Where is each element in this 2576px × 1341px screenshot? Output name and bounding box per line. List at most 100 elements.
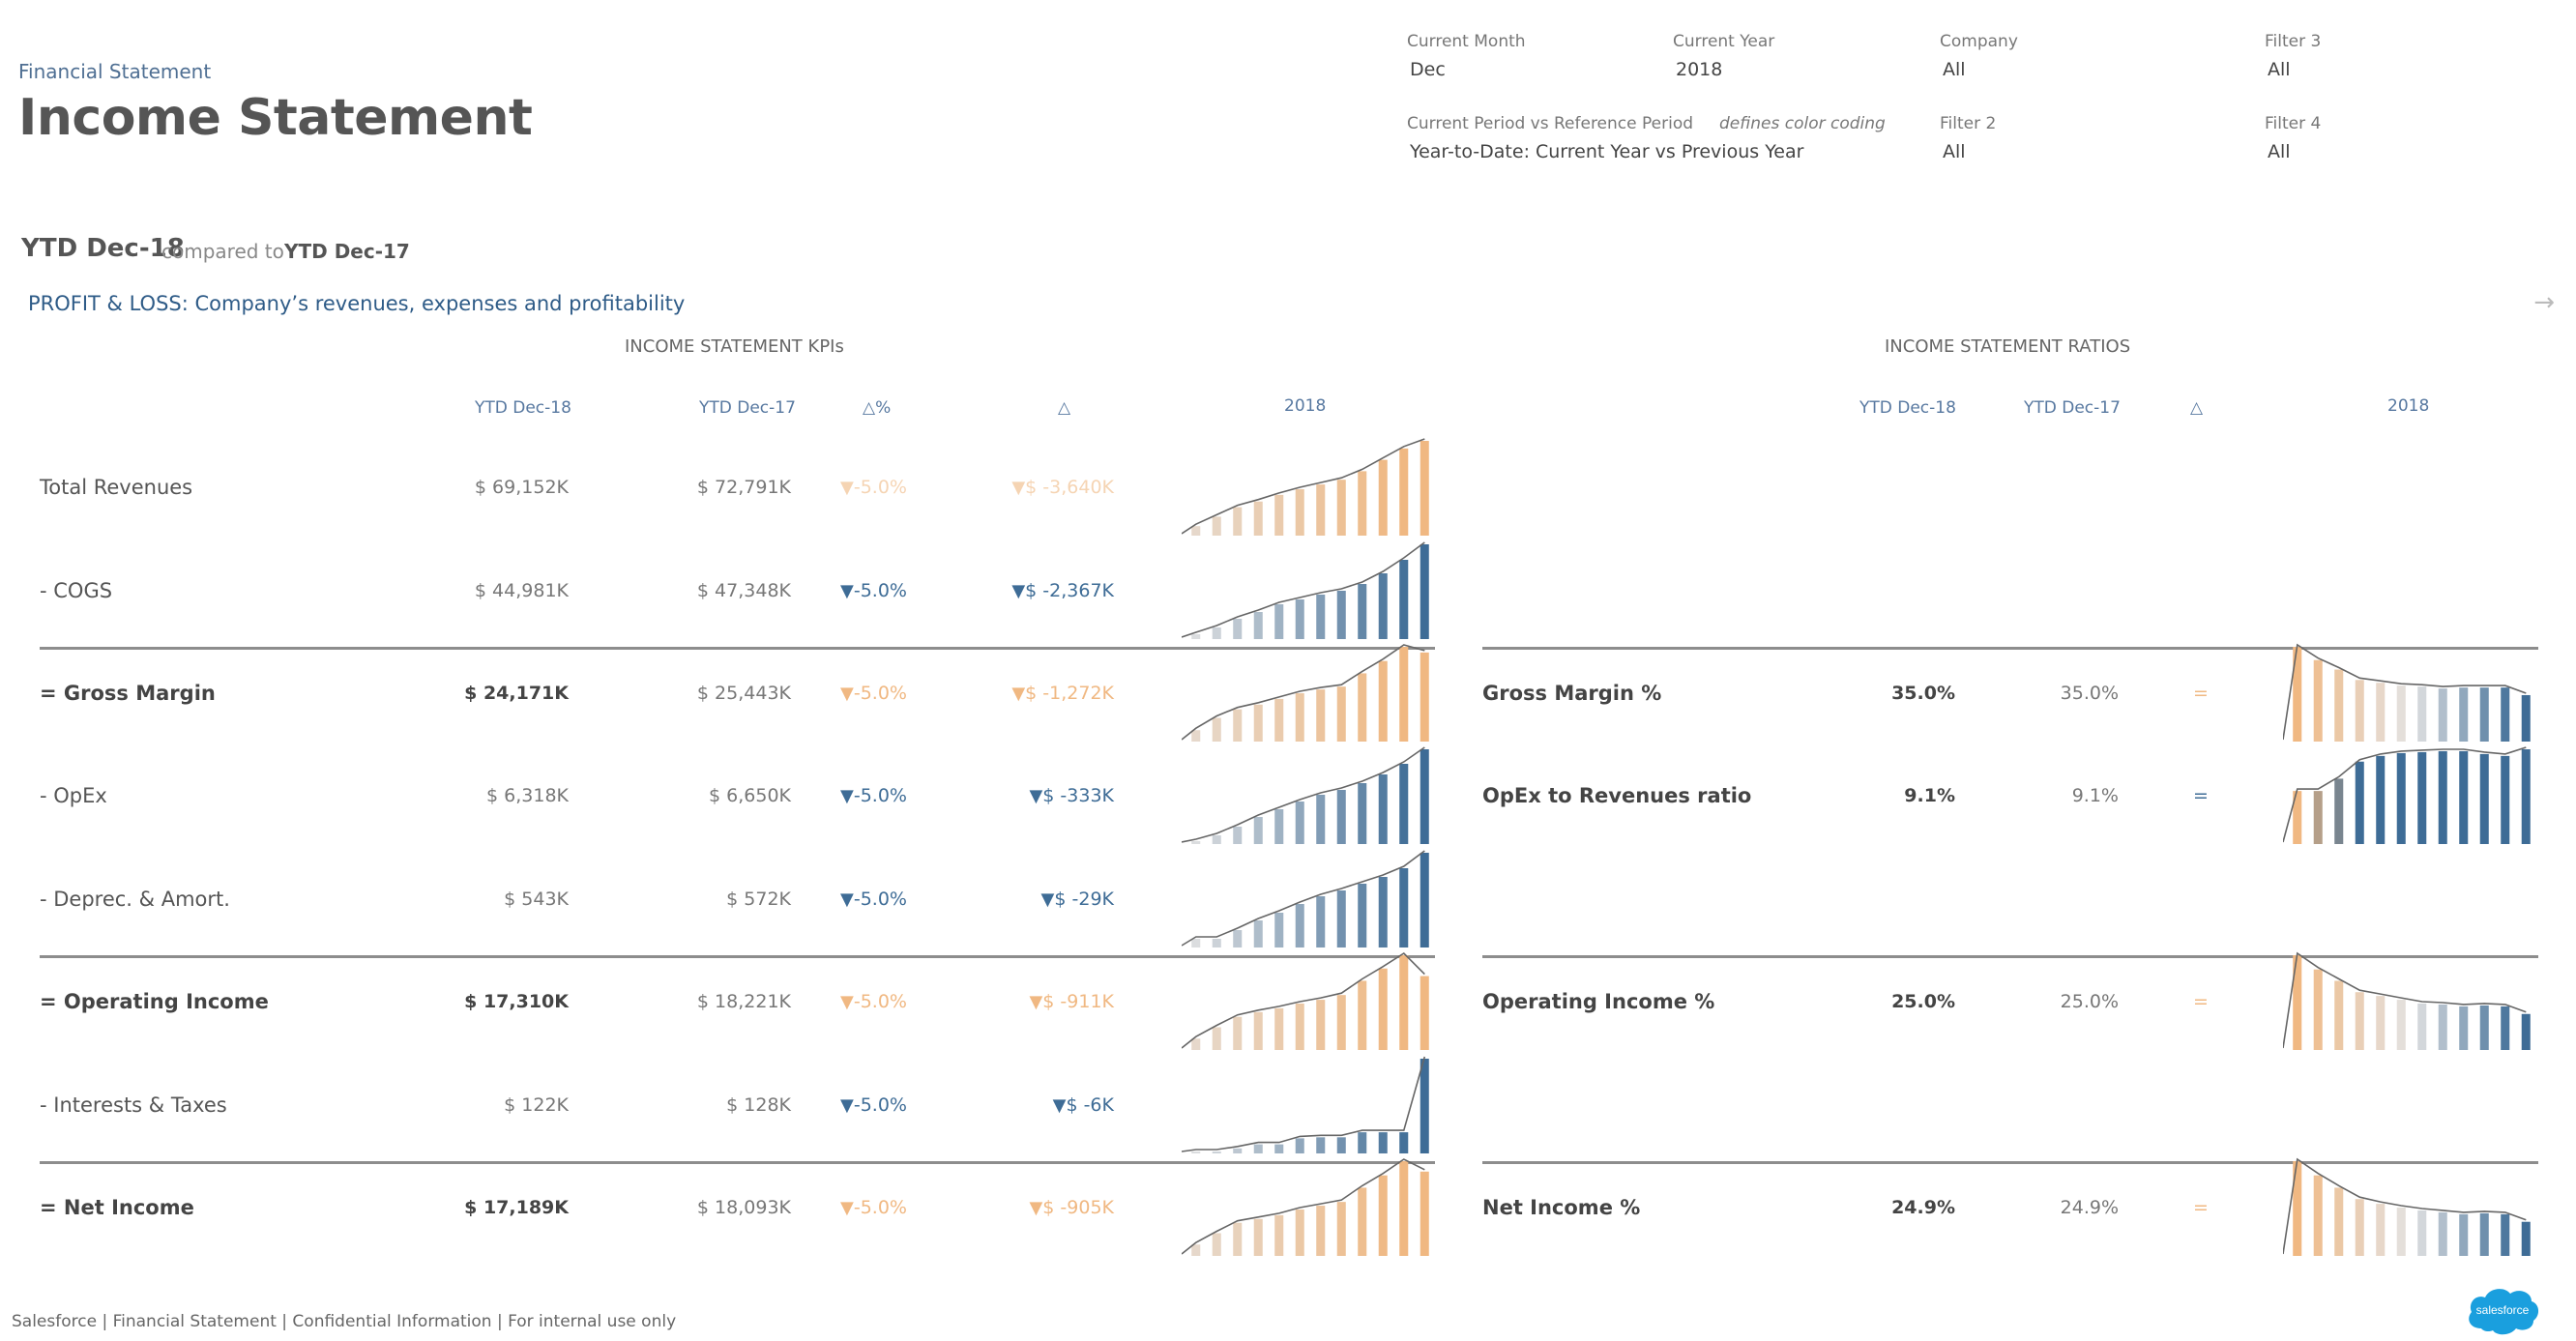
spark-bar[interactable] <box>1358 1187 1367 1256</box>
spark-bar[interactable] <box>1253 704 1263 742</box>
spark-bar[interactable] <box>2459 1006 2469 1050</box>
spark-bar[interactable] <box>2334 778 2344 844</box>
spark-bar[interactable] <box>1233 1148 1243 1153</box>
spark-bar[interactable] <box>1420 976 1429 1050</box>
spark-bar[interactable] <box>1274 809 1284 844</box>
ratio-col-delta[interactable]: △ <box>2190 398 2203 418</box>
spark-bar[interactable] <box>1399 764 1409 844</box>
filter-value[interactable]: All <box>2268 141 2291 162</box>
spark-bar[interactable] <box>1191 841 1201 844</box>
spark-bar[interactable] <box>1378 1175 1388 1256</box>
ratio-col-current[interactable]: YTD Dec-18 <box>1859 398 1956 418</box>
spark-bar[interactable] <box>2521 1013 2531 1050</box>
kpi-col-delta[interactable]: △ <box>1058 398 1070 418</box>
spark-bar[interactable] <box>1358 471 1367 536</box>
spark-bar[interactable] <box>1316 689 1326 742</box>
filter-value[interactable]: All <box>1943 59 1966 80</box>
arrow-right-icon[interactable]: → <box>2533 288 2555 317</box>
spark-bar[interactable] <box>2355 992 2364 1050</box>
kpi-sparkline[interactable] <box>1182 951 1431 1050</box>
kpi-sparkline[interactable] <box>1182 745 1431 844</box>
spark-bar[interactable] <box>1253 612 1263 639</box>
spark-bar[interactable] <box>1233 619 1243 639</box>
spark-bar[interactable] <box>2355 761 2364 844</box>
spark-bar[interactable] <box>2459 687 2469 742</box>
spark-bar[interactable] <box>1191 939 1201 947</box>
spark-bar[interactable] <box>1295 1209 1304 1256</box>
spark-bar[interactable] <box>2438 1004 2447 1050</box>
spark-bar[interactable] <box>1274 604 1284 639</box>
spark-bar[interactable] <box>1191 1152 1201 1153</box>
ratio-col-previous[interactable]: YTD Dec-17 <box>2024 398 2121 418</box>
spark-bar[interactable] <box>1358 884 1367 947</box>
spark-bar[interactable] <box>1233 1222 1243 1256</box>
spark-bar[interactable] <box>2417 686 2427 742</box>
spark-bar[interactable] <box>1316 484 1326 536</box>
ratio-sparkline[interactable] <box>2283 643 2532 742</box>
spark-bar[interactable] <box>2376 683 2386 742</box>
spark-bar[interactable] <box>2417 1003 2427 1050</box>
spark-bar[interactable] <box>1378 459 1388 536</box>
spark-bar[interactable] <box>2521 1221 2531 1256</box>
spark-bar[interactable] <box>1399 560 1409 639</box>
spark-bar[interactable] <box>1233 507 1243 536</box>
spark-bar[interactable] <box>1253 1218 1263 1256</box>
kpi-col-year[interactable]: 2018 <box>1284 396 1326 416</box>
spark-bar[interactable] <box>1358 584 1367 639</box>
spark-bar[interactable] <box>1274 913 1284 947</box>
spark-bar[interactable] <box>1336 890 1346 947</box>
spark-bar[interactable] <box>1191 1244 1201 1256</box>
spark-bar[interactable] <box>1274 494 1284 536</box>
spark-bar[interactable] <box>2438 1211 2447 1256</box>
spark-bar[interactable] <box>2479 1005 2489 1050</box>
spark-bar[interactable] <box>1212 627 1221 639</box>
spark-bar[interactable] <box>2479 753 2489 844</box>
spark-bar[interactable] <box>1378 660 1388 742</box>
spark-bar[interactable] <box>2417 1210 2427 1256</box>
spark-bar[interactable] <box>1316 1206 1326 1256</box>
spark-bar[interactable] <box>1336 995 1346 1050</box>
spark-bar[interactable] <box>1399 1132 1409 1153</box>
spark-bar[interactable] <box>2355 1199 2364 1256</box>
spark-bar[interactable] <box>1399 647 1409 742</box>
spark-bar[interactable] <box>1253 817 1263 844</box>
spark-bar[interactable] <box>1378 1132 1388 1153</box>
spark-bar[interactable] <box>2479 1212 2489 1256</box>
spark-bar[interactable] <box>1316 795 1326 844</box>
spark-bar[interactable] <box>1420 853 1429 947</box>
spark-bar[interactable] <box>2376 996 2386 1050</box>
spark-bar[interactable] <box>2334 1187 2344 1256</box>
spark-bar[interactable] <box>1316 896 1326 947</box>
spark-bar[interactable] <box>1336 1202 1346 1256</box>
spark-bar[interactable] <box>2501 1006 2510 1050</box>
spark-bar[interactable] <box>1336 790 1346 844</box>
spark-bar[interactable] <box>1295 488 1304 536</box>
ratio-col-year[interactable]: 2018 <box>2387 396 2429 416</box>
spark-bar[interactable] <box>1316 1000 1326 1050</box>
spark-bar[interactable] <box>1212 939 1221 947</box>
spark-bar[interactable] <box>1191 730 1201 742</box>
ratio-sparkline[interactable] <box>2283 1157 2532 1256</box>
spark-bar[interactable] <box>2438 750 2447 844</box>
spark-bar[interactable] <box>1212 1027 1221 1050</box>
spark-bar[interactable] <box>1399 1161 1409 1256</box>
spark-bar[interactable] <box>2376 755 2386 844</box>
spark-bar[interactable] <box>2313 969 2323 1050</box>
spark-bar[interactable] <box>1274 1144 1284 1153</box>
spark-bar[interactable] <box>1295 904 1304 947</box>
spark-bar[interactable] <box>1191 634 1201 639</box>
spark-bar[interactable] <box>1295 1003 1304 1050</box>
spark-bar[interactable] <box>1336 1137 1346 1153</box>
spark-bar[interactable] <box>1253 501 1263 536</box>
spark-bar[interactable] <box>1399 868 1409 947</box>
spark-bar[interactable] <box>1233 930 1243 947</box>
spark-bar[interactable] <box>2438 688 2447 742</box>
spark-bar[interactable] <box>1295 599 1304 639</box>
spark-bar[interactable] <box>1233 709 1243 742</box>
filter-value[interactable]: All <box>2268 59 2291 80</box>
spark-bar[interactable] <box>1378 968 1388 1050</box>
spark-bar[interactable] <box>1316 1137 1326 1153</box>
kpi-sparkline[interactable] <box>1182 437 1431 536</box>
spark-bar[interactable] <box>1191 1038 1201 1050</box>
spark-bar[interactable] <box>1378 877 1388 947</box>
